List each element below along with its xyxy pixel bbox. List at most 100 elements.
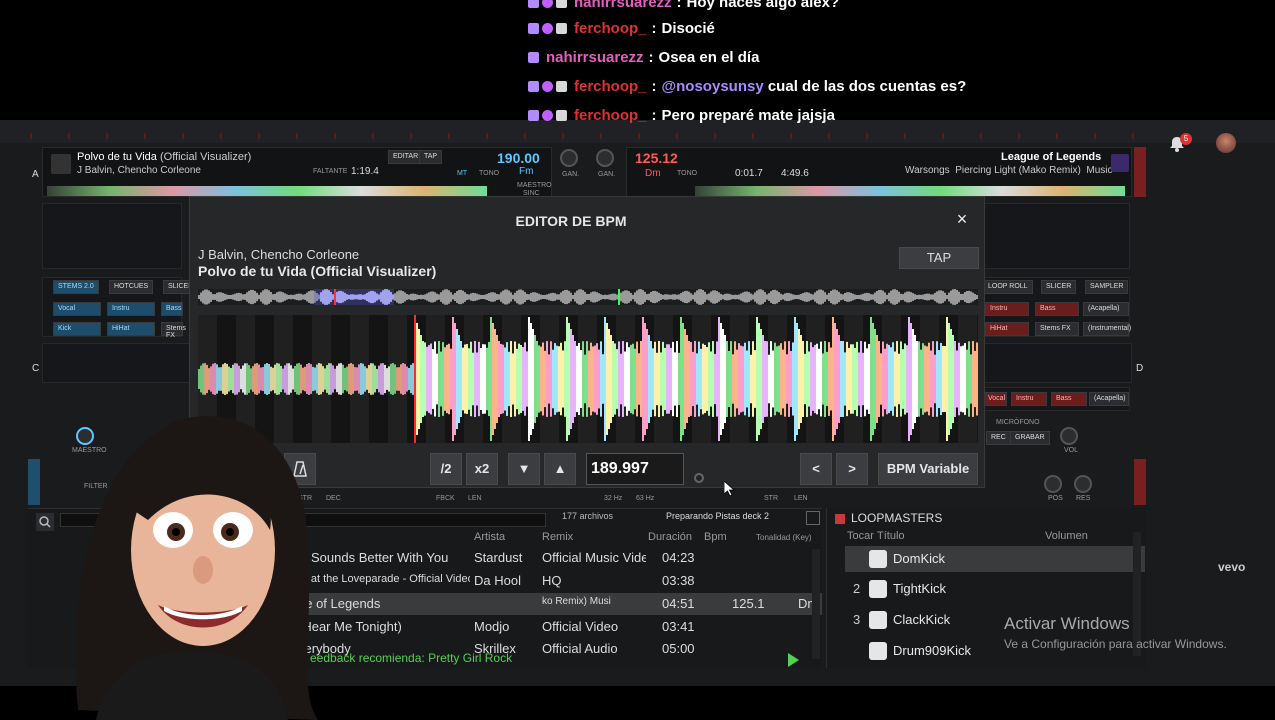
tap-button[interactable]: TAP xyxy=(419,150,443,164)
deck-right-waveform[interactable] xyxy=(695,186,1125,196)
overview-waveform[interactable] xyxy=(198,289,978,305)
scrollbar[interactable] xyxy=(812,549,820,659)
close-icon[interactable]: × xyxy=(954,210,970,228)
play-icon[interactable] xyxy=(788,653,799,667)
pad-kick[interactable]: Kick xyxy=(53,322,101,336)
deck-left-time: 1:19.4 xyxy=(351,166,379,177)
windows-activation-title: Activar Windows xyxy=(1004,614,1130,633)
chat-username: nahirrsuarezz xyxy=(574,0,672,11)
col-volumen[interactable]: Volumen xyxy=(1045,530,1088,542)
item-number: 2 xyxy=(853,581,861,596)
edit-button[interactable]: EDITAR xyxy=(388,150,424,164)
bpm-value-input[interactable]: 189.997 xyxy=(586,453,684,485)
gain-label: GAN. xyxy=(598,171,616,178)
table-row[interactable]: er at the Loveparade - Official Video Da … xyxy=(298,570,822,592)
rec-button[interactable]: REC xyxy=(986,431,1011,445)
pad-hihat-right[interactable]: HiHat xyxy=(985,322,1029,336)
chat-mention: @nosoysunsy xyxy=(661,77,764,95)
pos-knob[interactable] xyxy=(1044,475,1062,493)
badge-icon xyxy=(556,22,567,34)
pad-bass[interactable]: Bass xyxy=(161,302,183,316)
record-button[interactable]: GRABAR xyxy=(1010,431,1050,445)
heart-badge-icon xyxy=(542,22,553,34)
col-titulo[interactable]: Título xyxy=(877,530,905,542)
tab-loop-roll[interactable]: LOOP ROLL xyxy=(983,280,1033,294)
pad-acapella-2[interactable]: (Acapella) xyxy=(1089,392,1129,406)
deck-letter-d: D xyxy=(1136,363,1144,374)
cell-remix: Official Audio xyxy=(542,641,618,656)
drum-icon[interactable] xyxy=(869,642,887,660)
next-beat-button[interactable]: > xyxy=(836,453,868,485)
chat-overlay: nahirrsuarezz: Hoy haces algo alex? ferch… xyxy=(0,0,1275,124)
tab-slicer-right[interactable]: SLICER xyxy=(1041,280,1077,294)
drum-icon[interactable] xyxy=(869,550,887,568)
halve-bpm-button[interactable]: /2 xyxy=(430,453,462,485)
col-remix[interactable]: Remix xyxy=(542,531,573,543)
list-item[interactable]: 2 TightKick xyxy=(845,576,1145,602)
drum-icon[interactable] xyxy=(869,580,887,598)
deck-left-title: Polvo de tu Vida (Official Visualizer) xyxy=(77,151,252,163)
list-item[interactable]: DomKick xyxy=(845,546,1145,572)
drum-icon[interactable] xyxy=(869,611,887,629)
bpm-up-button[interactable]: ▲ xyxy=(544,453,576,485)
chat-line: nahirrsuarezz: Osea en el día xyxy=(528,43,759,71)
double-bpm-button[interactable]: x2 xyxy=(466,453,498,485)
volume-knob[interactable] xyxy=(1060,427,1078,445)
user-avatar[interactable] xyxy=(1216,133,1236,153)
chat-username: ferchoop_ xyxy=(574,106,647,124)
pad-stems-fx-right[interactable]: Stems FX xyxy=(1035,322,1079,336)
windows-activation-subtitle: Ve a Configuración para activar Windows. xyxy=(1004,637,1227,651)
album-art-icon xyxy=(51,154,71,174)
col-tocar[interactable]: Tocar xyxy=(847,530,874,542)
col-bpm[interactable]: Bpm xyxy=(704,531,727,543)
item-name: Drum909Kick xyxy=(893,643,972,658)
deck-letter-c: C xyxy=(32,363,40,374)
bpm-down-button[interactable]: ▼ xyxy=(508,453,540,485)
pad-acapella[interactable]: (Acapella) xyxy=(1083,302,1129,316)
pad-stems-fx[interactable]: Stems FX xyxy=(161,322,186,339)
hz32-label: 32 Hz xyxy=(604,495,623,502)
col-key[interactable]: Tonalidad (Key) xyxy=(756,533,812,542)
deck-right-elapsed: 0:01.7 xyxy=(735,168,763,179)
tono-label: TONO xyxy=(677,170,698,177)
deck-right-header: 125.12 Dm TONO 0:01.7 4:49.6 League of L… xyxy=(626,147,1132,197)
bpm-variable-button[interactable]: BPM Variable xyxy=(878,453,978,485)
table-row[interactable]: ue of Legends ko Remix) Musi 04:51 125.1 Dm xyxy=(298,593,822,615)
item-number: 3 xyxy=(853,612,861,627)
pad-instru-right-2[interactable]: Instru xyxy=(1011,392,1047,406)
tono-label: TONO xyxy=(479,170,500,177)
col-duration[interactable]: Duración xyxy=(648,531,692,543)
pad-vocal-right[interactable]: Vocal xyxy=(983,392,1007,406)
deck-left-waveform[interactable] xyxy=(47,186,487,196)
pad-panel-left: STEMS 2.0 HOTCUES SLICER Vocal Instru Ba… xyxy=(42,277,199,339)
cell-artist: Da Hool xyxy=(474,573,521,588)
gain-knob-right[interactable] xyxy=(596,149,614,167)
pad-vocal[interactable]: Vocal xyxy=(53,302,101,316)
pad-instru-right[interactable]: Instru xyxy=(985,302,1029,316)
tab-sampler[interactable]: SAMPLER xyxy=(1085,280,1129,294)
heart-badge-icon xyxy=(542,80,553,92)
chat-message: Hoy haces algo alex? xyxy=(686,0,840,11)
res-knob[interactable] xyxy=(1074,475,1092,493)
modal-track-title: Polvo de tu Vida (Official Visualizer) xyxy=(198,263,437,279)
prev-beat-button[interactable]: < xyxy=(800,453,832,485)
pad-hihat[interactable]: HiHat xyxy=(107,322,155,336)
deck-left-key: Fm xyxy=(519,166,534,177)
pad-bass-right-2[interactable]: Bass xyxy=(1051,392,1087,406)
col-artist[interactable]: Artista xyxy=(474,531,505,543)
table-row[interactable]: (Hear Me Tonight) Modjo Official Video 03:4… xyxy=(298,616,822,638)
tab-hotcues[interactable]: HOTCUES xyxy=(109,280,154,294)
deck-left-accent xyxy=(28,459,40,505)
table-row[interactable]: ic Sounds Better With You Stardust Officia… xyxy=(298,547,822,569)
file-count: 177 archivos xyxy=(562,511,614,521)
pad-instru[interactable]: Instru xyxy=(107,302,155,316)
chat-message: Disocié xyxy=(661,19,715,37)
cell-duration: 03:41 xyxy=(662,619,695,634)
pos-label: POS xyxy=(1048,495,1063,502)
pad-instrumental[interactable]: (Instrumental) xyxy=(1083,322,1131,336)
pad-bass-right[interactable]: Bass xyxy=(1035,302,1079,316)
list-view-icon[interactable] xyxy=(806,511,820,525)
tab-stems[interactable]: STEMS 2.0 xyxy=(53,280,99,294)
tap-tempo-button[interactable]: TAP xyxy=(899,247,979,269)
gain-knob-left[interactable] xyxy=(560,149,578,167)
